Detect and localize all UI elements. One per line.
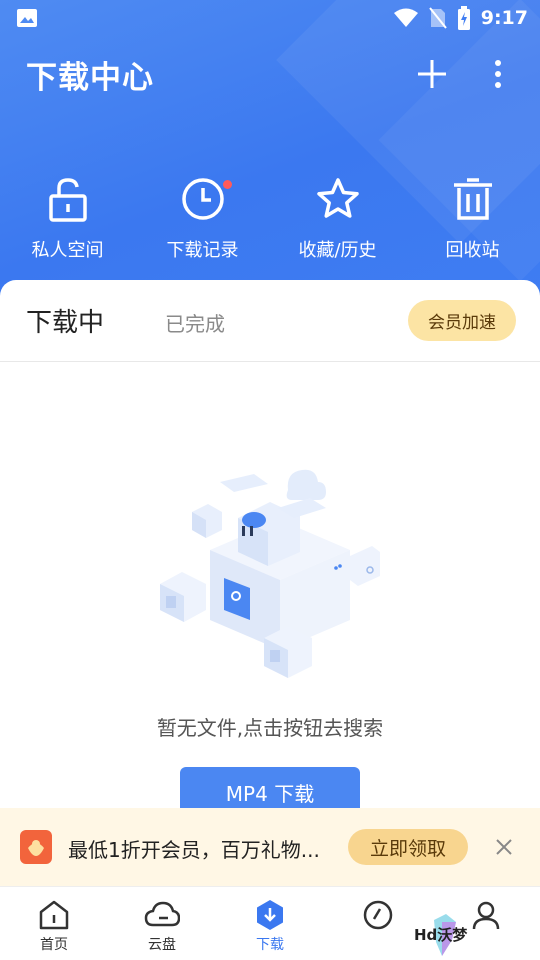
more-options-icon[interactable] bbox=[486, 56, 510, 92]
tabs-bar: 下载中 已完成 会员加速 bbox=[0, 280, 540, 362]
photo-icon bbox=[17, 9, 37, 27]
unlock-icon bbox=[48, 178, 87, 222]
nav-item-cloud[interactable]: 云盘 bbox=[108, 887, 216, 960]
claim-now-button[interactable]: 立即领取 bbox=[348, 829, 468, 865]
title-row: 下载中心 bbox=[0, 48, 540, 100]
quick-action-recycle-bin[interactable]: 回收站 bbox=[405, 176, 540, 266]
promo-banner[interactable]: 最低1折开会员，百万礼物... 立即领取 bbox=[0, 808, 540, 886]
empty-state-message: 暂无文件,点击按钮去搜索 bbox=[156, 716, 384, 740]
notification-dot bbox=[222, 180, 232, 189]
status-time: 9:17 bbox=[480, 7, 528, 29]
profile-icon bbox=[472, 901, 500, 930]
nav-item-download[interactable]: 下载 bbox=[216, 887, 324, 960]
nav-item-home[interactable]: 首页 bbox=[0, 887, 108, 960]
empty-box-illustration bbox=[160, 469, 380, 678]
quick-action-favorites-history[interactable]: 收藏/历史 bbox=[270, 176, 405, 266]
page-title: 下载中心 bbox=[26, 60, 154, 96]
trash-icon bbox=[453, 178, 492, 220]
wifi-icon bbox=[393, 8, 418, 27]
quick-action-label: 下载记录 bbox=[166, 240, 239, 261]
tab-downloading[interactable]: 下载中 bbox=[26, 302, 104, 339]
nav-label: 下载 bbox=[256, 937, 284, 953]
nav-label: 首页 bbox=[40, 937, 68, 953]
quick-action-label: 回收站 bbox=[445, 240, 500, 261]
quick-actions: 私人空间 下载记录 收藏/历史 回收站 bbox=[0, 176, 540, 266]
gift-icon bbox=[20, 830, 52, 864]
add-icon[interactable] bbox=[414, 56, 450, 92]
header: 9:17 下载中心 私人空间 下载记录 收藏/历史 回收站 bbox=[0, 0, 540, 300]
star-icon bbox=[316, 178, 359, 218]
no-sim-icon bbox=[428, 7, 447, 29]
quick-action-label: 收藏/历史 bbox=[298, 240, 377, 261]
clock-icon bbox=[181, 178, 224, 220]
status-bar: 9:17 bbox=[0, 0, 540, 36]
tab-completed[interactable]: 已完成 bbox=[165, 308, 225, 337]
cloud-icon bbox=[144, 901, 180, 927]
vip-accelerate-button[interactable]: 会员加速 bbox=[408, 300, 516, 341]
nav-label: 云盘 bbox=[148, 937, 176, 953]
watermark-text: Hd沃梦 bbox=[414, 926, 468, 944]
promo-text: 最低1折开会员，百万礼物... bbox=[68, 838, 320, 862]
close-icon[interactable] bbox=[494, 837, 514, 857]
quick-action-download-history[interactable]: 下载记录 bbox=[135, 176, 270, 266]
quick-action-private-space[interactable]: 私人空间 bbox=[0, 176, 135, 266]
quick-action-label: 私人空间 bbox=[31, 240, 104, 261]
clock-icon-wrap bbox=[180, 176, 232, 222]
battery-icon bbox=[457, 6, 470, 30]
compass-icon bbox=[363, 900, 393, 930]
home-icon bbox=[39, 900, 69, 930]
download-icon bbox=[257, 900, 283, 930]
